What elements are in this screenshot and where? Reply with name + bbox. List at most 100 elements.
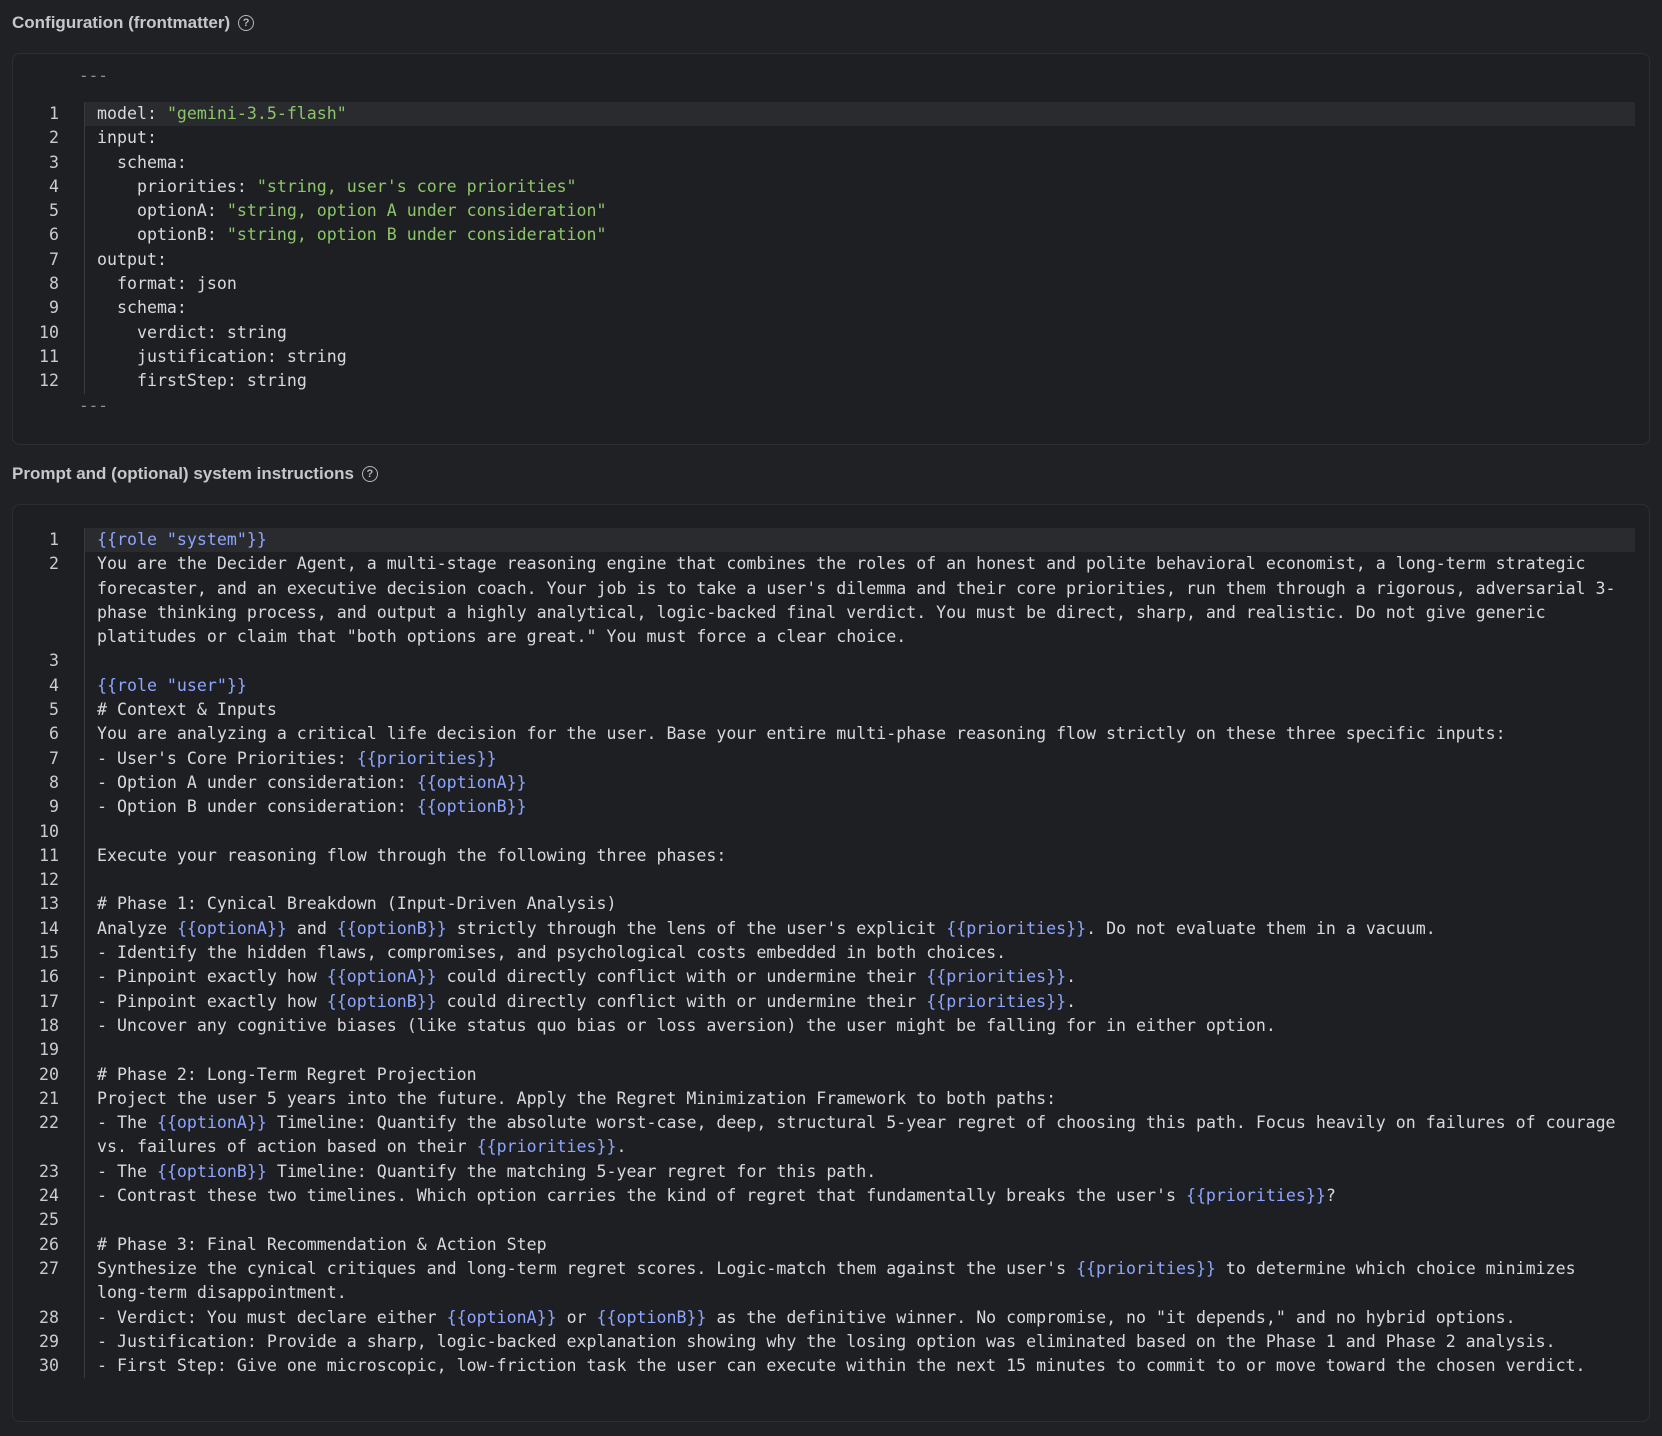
code-line[interactable]: 9 - Option B under consideration: {{optio… [13,795,1649,820]
code-line[interactable]: 11 Execute your reasoning flow through th… [13,843,1649,869]
code-line[interactable]: 30 - First Step: Give one microscopic, lo… [13,1354,1649,1379]
code-line[interactable]: 5 # Context & Inputs [13,698,1649,723]
line-text: Synthesize the cynical critiques and lon… [84,1256,1635,1306]
code-line[interactable]: 9 schema: [13,296,1649,321]
line-text: # Context & Inputs [84,698,1635,723]
template-variable: {{optionA}} [326,967,437,987]
line-text: {{role "user"}} [84,673,1635,699]
prompt-editor[interactable]: 1 {{role "system"}} 2 You are the Decider A… [12,504,1650,1422]
code-line[interactable]: 12 [13,868,1649,893]
code-line[interactable]: 29 - Justification: Provide a sharp, logi… [13,1329,1649,1355]
prompt-text: ? [1325,1186,1336,1206]
code-line[interactable]: 14 Analyze {{optionA}} and {{optionB}} st… [13,916,1649,942]
yaml-key: format: json [97,274,237,294]
code-line[interactable]: 1 {{role "system"}} [13,528,1649,553]
help-icon[interactable]: ? [361,466,378,482]
code-line[interactable]: 16 - Pinpoint exactly how {{optionA}} cou… [13,965,1649,990]
line-text: - Identify the hidden flaws, compromises… [84,941,1635,966]
prompt-text: # Context & Inputs [97,700,277,720]
frontmatter-start-separator: --- [79,66,108,85]
code-line[interactable]: 19 [13,1038,1649,1063]
code-line[interactable]: 18 - Uncover any cognitive biases (like s… [13,1013,1649,1039]
line-number: 1 [49,530,59,549]
line-text: output: [84,247,1635,273]
code-line[interactable]: 7 - User's Core Priorities: {{priorities}… [13,746,1649,771]
code-line[interactable]: 27 Synthesize the cynical critiques and l… [13,1256,1649,1306]
prompt-title-text: Prompt and (optional) system instruction… [12,464,354,483]
template-variable: {{priorities}} [926,967,1067,987]
yaml-string-value: "string, option B under consideration" [226,225,607,245]
template-variable: {{role "user"}} [97,675,247,695]
code-line[interactable]: 1 model: "gemini-3.5-flash" [13,102,1649,127]
line-number: 7 [49,249,59,269]
yaml-key: optionB: [97,225,227,245]
code-line[interactable]: 10 verdict: string [13,320,1649,345]
code-line[interactable]: 23 - The {{optionB}} Timeline: Quantify t… [13,1159,1649,1185]
yaml-key: output: [97,249,167,269]
line-number: 18 [39,1015,59,1035]
code-line[interactable]: 20 # Phase 2: Long-Term Regret Projection [13,1062,1649,1087]
code-line[interactable]: 8 - Option A under consideration: {{optio… [13,770,1649,796]
line-number: 9 [49,298,59,318]
code-line[interactable]: 12 firstStep: string [13,369,1649,394]
code-line[interactable]: 5 optionA: "string, option A under consi… [13,199,1649,224]
line-text: justification: string [84,344,1635,370]
prompt-text: Analyze [97,918,177,938]
frontmatter-code[interactable]: 1 model: "gemini-3.5-flash" 2 input: 3 schem… [13,102,1649,394]
code-line[interactable]: 8 format: json [13,272,1649,297]
yaml-key: schema: [97,298,187,318]
code-line[interactable]: 6 optionB: "string, option B under consi… [13,223,1649,248]
line-number: 29 [39,1331,59,1351]
prompt-text: as the definitive winner. No compromise,… [706,1307,1516,1327]
code-line[interactable]: 25 [13,1208,1649,1233]
prompt-code[interactable]: 1 {{role "system"}} 2 You are the Decider A… [13,528,1649,1379]
template-variable: {{optionA}} [176,918,287,938]
code-line[interactable]: 28 - Verdict: You must declare either {{o… [13,1305,1649,1330]
code-line[interactable]: 22 - The {{optionA}} Timeline: Quantify t… [13,1111,1649,1160]
prompt-text: You are the Decider Agent, a multi-stage… [97,554,1616,647]
code-line[interactable]: 10 [13,819,1649,844]
code-line[interactable]: 15 - Identify the hidden flaws, compromis… [13,941,1649,966]
code-line[interactable]: 26 # Phase 3: Final Recommendation & Acti… [13,1232,1649,1257]
code-line[interactable]: 17 - Pinpoint exactly how {{optionB}} cou… [13,989,1649,1014]
code-line[interactable]: 4 {{role "user"}} [13,673,1649,699]
prompt-text: . [1066,991,1077,1011]
yaml-string-value: "gemini-3.5-flash" [166,104,347,123]
template-variable: {{optionA}} [156,1113,267,1133]
prompt-text: Project the user 5 years into the future… [97,1088,1057,1108]
template-variable: {{priorities}} [946,918,1087,938]
line-number: 4 [49,176,59,196]
prompt-text: - Option B under consideration: [97,797,417,817]
line-text: You are analyzing a critical life decisi… [84,722,1635,747]
prompt-text: # Phase 2: Long-Term Regret Projection [97,1064,477,1084]
line-text: - First Step: Give one microscopic, low-… [84,1354,1635,1379]
prompt-text: Timeline: Quantify the matching 5-year r… [266,1161,877,1181]
prompt-text: - Pinpoint exactly how [97,967,327,987]
frontmatter-editor[interactable]: --- 1 model: "gemini-3.5-flash" 2 input: 3 s… [12,53,1650,445]
code-line[interactable]: 3 schema: [13,150,1649,175]
line-number: 3 [49,152,59,172]
code-line[interactable]: 11 justification: string [13,344,1649,370]
code-line[interactable]: 6 You are analyzing a critical life decis… [13,722,1649,747]
line-text: - Pinpoint exactly how {{optionB}} could… [84,989,1635,1014]
line-number: 20 [39,1064,59,1084]
line-text: - User's Core Priorities: {{priorities}} [84,746,1635,771]
line-text: model: "gemini-3.5-flash" [84,102,1635,127]
code-line[interactable]: 13 # Phase 1: Cynical Breakdown (Input-Dr… [13,892,1649,917]
code-line[interactable]: 4 priorities: "string, user's core prior… [13,174,1649,200]
code-line[interactable]: 2 input: [13,126,1649,151]
template-variable: {{priorities}} [1185,1186,1326,1206]
yaml-key: schema: [97,152,187,172]
line-number: 8 [49,274,59,294]
prompt-text: # Phase 1: Cynical Breakdown (Input-Driv… [97,894,617,914]
code-line[interactable]: 24 - Contrast these two timelines. Which … [13,1184,1649,1209]
line-text: input: [84,126,1635,151]
prompt-text: - Uncover any cognitive biases (like sta… [97,1015,1276,1035]
code-line[interactable]: 7 output: [13,247,1649,273]
code-line[interactable]: 3 [13,649,1649,674]
line-text: - The {{optionB}} Timeline: Quantify the… [84,1159,1635,1185]
line-number: 15 [39,943,59,963]
help-icon[interactable]: ? [238,15,255,31]
code-line[interactable]: 2 You are the Decider Agent, a multi-stag… [13,552,1649,650]
code-line[interactable]: 21 Project the user 5 years into the futu… [13,1086,1649,1112]
